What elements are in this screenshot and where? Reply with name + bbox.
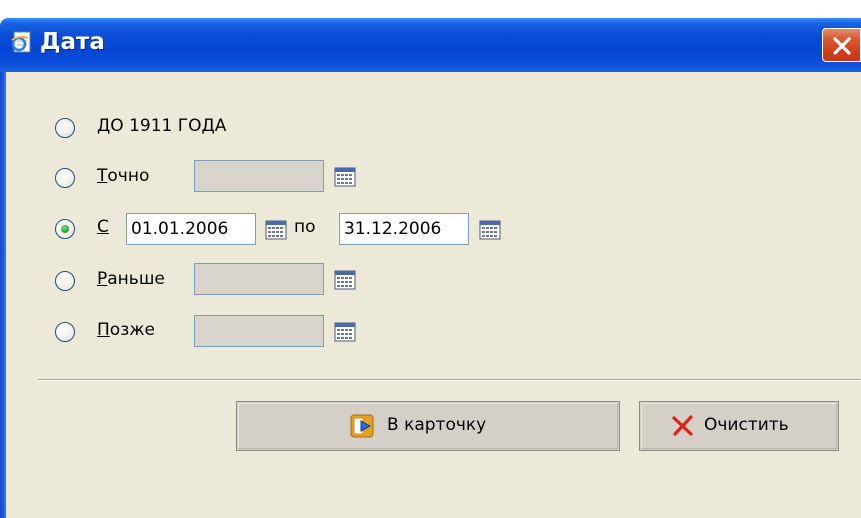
separator: [38, 379, 860, 381]
earlier-date-field[interactable]: [194, 263, 324, 295]
dialog-body: ДО 1911 ГОДА Точно С 01.01.2006 по 31.12…: [6, 72, 861, 518]
radio-before-1911[interactable]: [55, 118, 75, 138]
radio-later[interactable]: [55, 322, 75, 342]
range-from-input[interactable]: [127, 214, 255, 244]
exact-date-input[interactable]: [195, 161, 323, 191]
label-earlier: Раньше: [97, 269, 165, 289]
to-card-icon: [350, 414, 374, 438]
red-x-icon: [672, 415, 693, 436]
mnemonic-exact: Т: [97, 166, 108, 186]
label-to: по: [294, 217, 316, 237]
mnemonic-range: С: [97, 217, 109, 237]
radio-exact[interactable]: [55, 168, 75, 188]
label-later-rest: озже: [109, 320, 156, 340]
label-range: С: [97, 217, 109, 237]
earlier-date-input[interactable]: [195, 264, 323, 294]
date-dialog: Дата ДО 1911 ГОДА Точно С 01.01.2006 по …: [0, 0, 861, 518]
later-date-input[interactable]: [195, 316, 323, 346]
calendar-icon[interactable]: [334, 166, 356, 188]
label-before-1911: ДО 1911 ГОДА: [97, 116, 227, 136]
label-exact: Точно: [97, 166, 149, 186]
clear-button[interactable]: Очистить: [639, 401, 839, 451]
radio-earlier[interactable]: [55, 271, 75, 291]
range-to-input[interactable]: [340, 214, 468, 244]
mnemonic-later: П: [97, 320, 110, 340]
range-to-field[interactable]: [339, 213, 469, 245]
to-card-label: В карточку: [387, 415, 487, 435]
window-title: Дата: [40, 29, 105, 55]
calendar-icon[interactable]: [479, 219, 501, 241]
range-from-field[interactable]: [126, 213, 256, 245]
later-date-field[interactable]: [194, 315, 324, 347]
radio-selected-dot: [61, 225, 69, 233]
calendar-icon[interactable]: [334, 321, 356, 343]
to-card-button[interactable]: В карточку: [236, 401, 620, 451]
label-earlier-rest: аньше: [107, 269, 165, 289]
label-exact-rest: очно: [107, 166, 150, 186]
calendar-icon[interactable]: [334, 269, 356, 291]
close-icon: [833, 37, 851, 55]
exact-date-field[interactable]: [194, 160, 324, 192]
label-later: Позже: [97, 320, 155, 340]
mnemonic-earlier: Р: [97, 269, 108, 289]
radio-range[interactable]: [55, 219, 75, 239]
calendar-icon[interactable]: [265, 219, 287, 241]
clear-label: Очистить: [704, 415, 789, 435]
title-bar[interactable]: Дата: [0, 18, 861, 72]
ie-document-icon: [11, 31, 31, 53]
close-button[interactable]: [822, 28, 861, 62]
